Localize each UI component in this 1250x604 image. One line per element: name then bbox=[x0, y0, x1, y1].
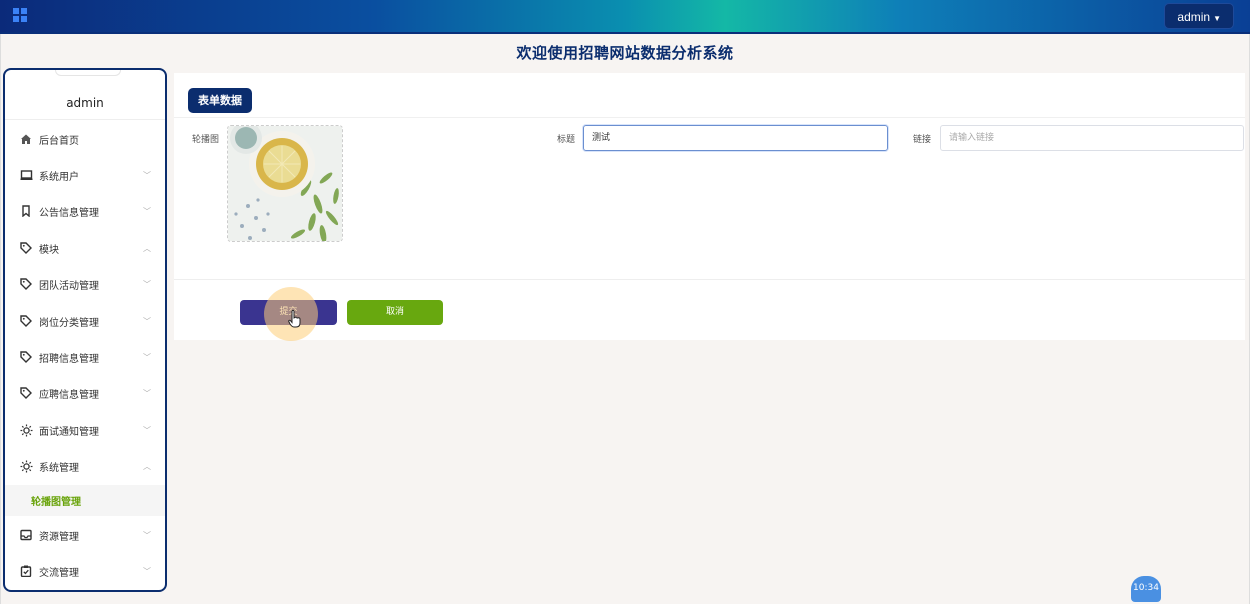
sidebar-item-team-activities[interactable]: 团队活动管理 ﹀ bbox=[5, 266, 165, 302]
app-grid-icon[interactable] bbox=[13, 8, 27, 22]
inbox-icon bbox=[19, 528, 33, 542]
top-bar: admin ▼ bbox=[0, 0, 1250, 34]
hand-cursor-icon bbox=[288, 310, 301, 328]
sidebar-item-label: 交流管理 bbox=[39, 567, 79, 579]
sidebar-item-label: 模块 bbox=[39, 244, 59, 256]
sidebar-item-label: 后台首页 bbox=[39, 135, 79, 147]
sidebar-username: admin bbox=[66, 96, 104, 110]
title-label: 标题 bbox=[557, 135, 576, 145]
tag-icon bbox=[19, 350, 33, 364]
chevron-down-icon: ﹀ bbox=[143, 171, 151, 180]
user-menu-label: admin bbox=[1177, 10, 1211, 24]
sun-icon bbox=[19, 423, 33, 437]
sidebar-item-home[interactable]: 后台首页 bbox=[5, 121, 165, 157]
cancel-button[interactable]: 取消 bbox=[347, 300, 443, 325]
link-input-placeholder: 请输入链接 bbox=[949, 133, 995, 143]
chevron-down-icon: ﹀ bbox=[143, 353, 151, 362]
carousel-image-upload[interactable] bbox=[227, 125, 343, 242]
sidebar-item-label: 招聘信息管理 bbox=[39, 353, 99, 365]
chevron-up-icon: ︿ bbox=[143, 244, 151, 253]
tag-icon bbox=[19, 241, 33, 255]
chevron-up-icon: ︿ bbox=[143, 462, 151, 471]
sidebar-item-resources[interactable]: 资源管理 ﹀ bbox=[5, 517, 165, 553]
tag-icon bbox=[19, 386, 33, 400]
sidebar-item-label: 岗位分类管理 bbox=[39, 317, 99, 329]
sidebar-item-modules[interactable]: 模块 ︿ bbox=[5, 230, 165, 266]
chevron-down-icon: ﹀ bbox=[143, 426, 151, 435]
link-input[interactable]: 请输入链接 bbox=[940, 125, 1244, 151]
clipboard-check-icon bbox=[19, 564, 33, 578]
chevron-down-icon: ﹀ bbox=[143, 567, 151, 576]
tag-icon bbox=[19, 277, 33, 291]
link-label: 链接 bbox=[913, 135, 932, 145]
chevron-down-icon: ﹀ bbox=[143, 531, 151, 540]
sidebar-subitem-label: 轮播图管理 bbox=[31, 497, 81, 508]
sidebar-item-label: 系统管理 bbox=[39, 462, 79, 474]
sun-icon bbox=[19, 459, 33, 473]
sidebar-item-system-users[interactable]: 系统用户 ﹀ bbox=[5, 157, 165, 193]
carousel-label: 轮播图 bbox=[192, 135, 220, 145]
form-panel: 表单数据 轮播图 标题 测试 链接 请输入链接 取消 bbox=[174, 73, 1245, 340]
monitor-icon bbox=[19, 168, 33, 182]
chevron-down-icon: ﹀ bbox=[143, 317, 151, 326]
sidebar-item-label: 应聘信息管理 bbox=[39, 389, 99, 401]
clock-badge: 10:34 bbox=[1131, 576, 1161, 602]
sidebar-item-recruitment-info[interactable]: 招聘信息管理 ﹀ bbox=[5, 339, 165, 375]
title-input[interactable]: 测试 bbox=[583, 125, 888, 151]
sidebar-subitem-carousel[interactable]: 轮播图管理 bbox=[5, 485, 165, 516]
bookmark-icon bbox=[19, 204, 33, 218]
tag-icon bbox=[19, 314, 33, 328]
sidebar-item-label: 团队活动管理 bbox=[39, 280, 99, 292]
sidebar-item-interview-notices[interactable]: 面试通知管理 ﹀ bbox=[5, 412, 165, 448]
sidebar-item-label: 资源管理 bbox=[39, 531, 79, 543]
page-title: 欢迎使用招聘网站数据分析系统 bbox=[516, 44, 734, 62]
sidebar-item-announcements[interactable]: 公告信息管理 ﹀ bbox=[5, 193, 165, 229]
avatar bbox=[55, 70, 121, 76]
sidebar-item-communication[interactable]: 交流管理 ﹀ bbox=[5, 553, 165, 589]
chevron-down-icon: ﹀ bbox=[143, 389, 151, 398]
carousel-image-thumbnail bbox=[228, 126, 342, 241]
sidebar: admin 后台首页 系统用户 ﹀ 公告信息管理 ﹀ 模块 ︿ 团队活动管理 ﹀ bbox=[3, 68, 167, 592]
user-menu-button[interactable]: admin ▼ bbox=[1164, 3, 1234, 29]
divider bbox=[5, 119, 165, 120]
chevron-down-icon: ﹀ bbox=[143, 280, 151, 289]
home-icon bbox=[19, 132, 33, 146]
sidebar-item-label: 面试通知管理 bbox=[39, 426, 99, 438]
divider bbox=[174, 279, 1245, 280]
title-input-value: 测试 bbox=[592, 133, 611, 143]
form-section-label: 表单数据 bbox=[188, 88, 252, 113]
chevron-down-icon: ▼ bbox=[1213, 14, 1221, 23]
sidebar-item-system-management[interactable]: 系统管理 ︿ bbox=[5, 448, 165, 484]
sidebar-item-label: 系统用户 bbox=[39, 171, 79, 183]
chevron-down-icon: ﹀ bbox=[143, 207, 151, 216]
sidebar-item-job-categories[interactable]: 岗位分类管理 ﹀ bbox=[5, 303, 165, 339]
sidebar-item-label: 公告信息管理 bbox=[39, 207, 99, 219]
sidebar-item-applications[interactable]: 应聘信息管理 ﹀ bbox=[5, 375, 165, 411]
divider bbox=[174, 117, 1245, 118]
